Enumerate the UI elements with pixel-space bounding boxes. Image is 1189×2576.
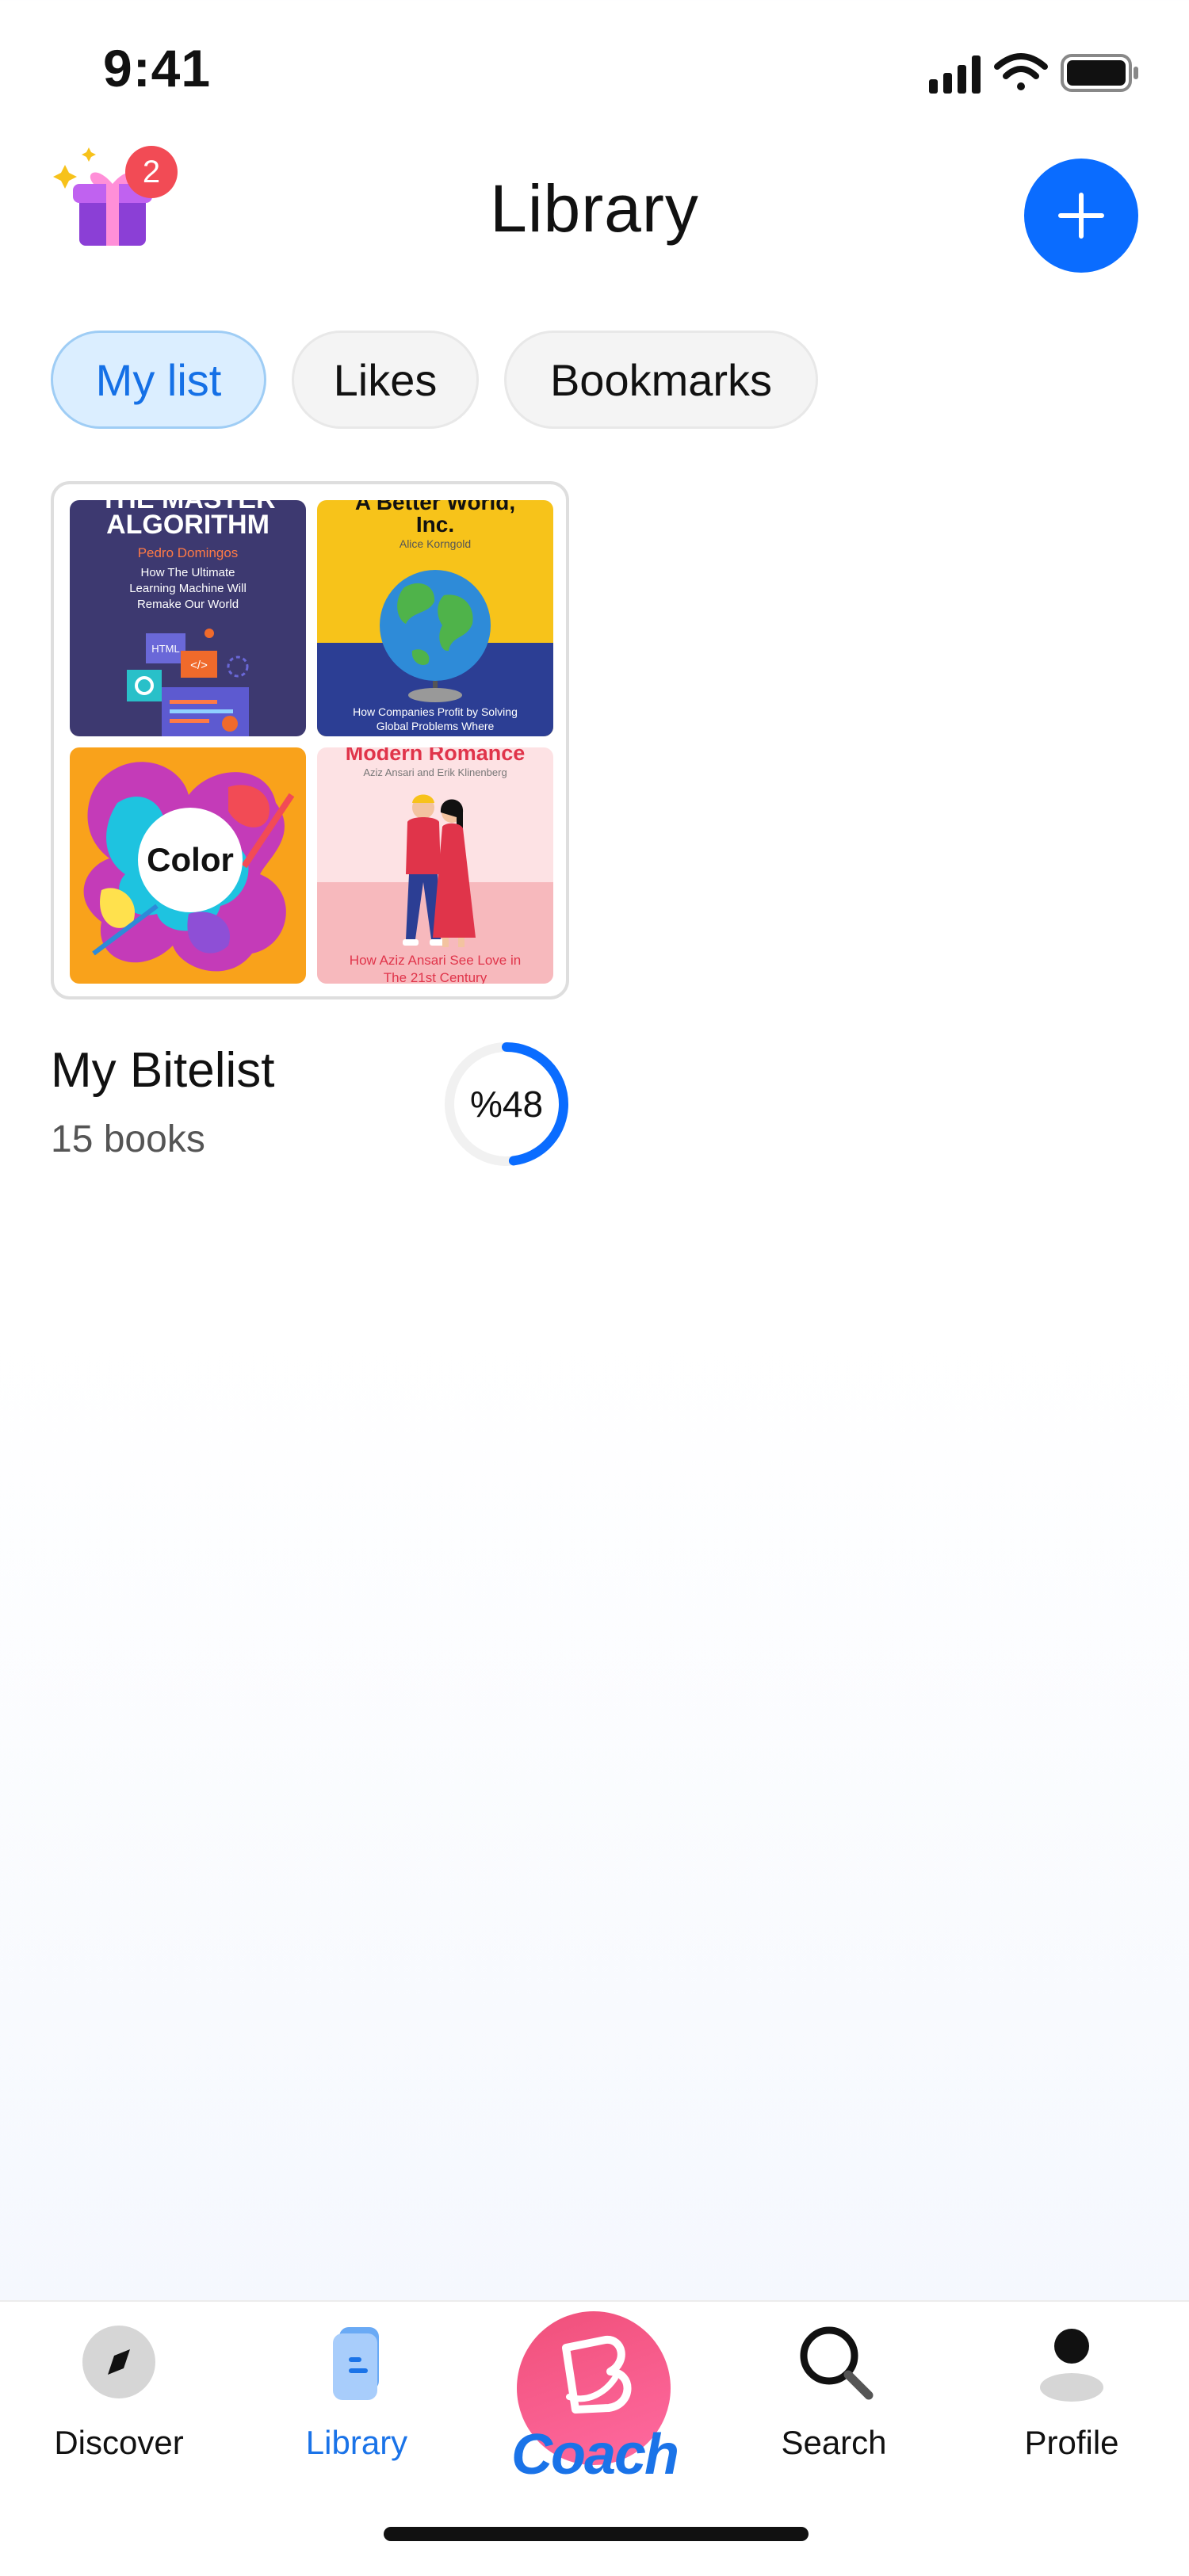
svg-text:Global Problems Where: Global Problems Where xyxy=(377,720,495,732)
svg-text:How Aziz Ansari See Love in: How Aziz Ansari See Love in xyxy=(350,953,521,968)
filter-bookmarks[interactable]: Bookmarks xyxy=(504,331,818,429)
svg-text:Alice Korngold: Alice Korngold xyxy=(400,537,471,550)
filter-likes[interactable]: Likes xyxy=(292,331,479,429)
svg-text:</>: </> xyxy=(190,659,208,672)
coach-label[interactable]: Coach xyxy=(476,2422,713,2487)
list-title: My Bitelist xyxy=(51,1043,275,1098)
book-cover-better-world: A Better World, Inc. Alice Korngold How … xyxy=(317,500,553,736)
home-indicator xyxy=(384,2527,809,2541)
svg-text:Modern Romance: Modern Romance xyxy=(346,747,526,765)
cellular-signal-icon xyxy=(929,55,981,94)
cover-title-line2: ALGORITHM xyxy=(106,510,270,540)
person-icon xyxy=(1040,2329,1103,2402)
tab-label: Discover xyxy=(54,2424,184,2461)
svg-text:HTML: HTML xyxy=(151,643,179,655)
add-button[interactable] xyxy=(1024,159,1138,273)
search-icon xyxy=(800,2326,874,2400)
svg-text:Remake Our World: Remake Our World xyxy=(137,598,239,611)
tab-search[interactable]: Search xyxy=(739,2322,929,2481)
filter-my-list[interactable]: My list xyxy=(51,331,266,429)
bitelist-card[interactable]: THE MASTER ALGORITHM Pedro Domingos How … xyxy=(51,481,569,999)
svg-text:Color: Color xyxy=(147,841,234,878)
book-icon xyxy=(333,2327,379,2400)
tab-label: Profile xyxy=(1024,2424,1119,2461)
tab-discover[interactable]: Discover xyxy=(24,2322,214,2481)
svg-text:Aziz Ansari and Erik Klinenber: Aziz Ansari and Erik Klinenberg xyxy=(363,766,507,778)
plus-icon xyxy=(1058,193,1104,239)
wifi-icon xyxy=(994,53,1048,90)
progress-value: %48 xyxy=(469,1084,544,1125)
svg-text:Learning Machine Will: Learning Machine Will xyxy=(129,582,247,595)
tab-profile[interactable]: Profile xyxy=(977,2322,1167,2481)
tab-library[interactable]: Library xyxy=(262,2322,452,2481)
status-icons xyxy=(929,53,1138,94)
battery-icon xyxy=(1061,54,1138,92)
svg-text:How Companies Profit by Solvin: How Companies Profit by Solving xyxy=(353,705,518,718)
book-cover-color: Color xyxy=(70,747,306,984)
list-count: 15 books xyxy=(51,1118,205,1160)
svg-text:Pedro Domingos: Pedro Domingos xyxy=(138,545,239,560)
svg-text:The 21st Century: The 21st Century xyxy=(384,970,487,984)
tab-label: Library xyxy=(305,2424,408,2461)
page-title: Library xyxy=(490,171,699,246)
tab-label: Search xyxy=(781,2424,887,2461)
compass-icon xyxy=(82,2326,155,2398)
svg-text:Inc.: Inc. xyxy=(416,512,454,537)
book-cover-master-algorithm: THE MASTER ALGORITHM Pedro Domingos How … xyxy=(70,500,306,736)
status-time: 9:41 xyxy=(103,39,212,97)
book-cover-modern-romance: Modern Romance Aziz Ansari and Erik Klin… xyxy=(317,747,553,984)
svg-text:How The Ultimate: How The Ultimate xyxy=(141,566,235,579)
